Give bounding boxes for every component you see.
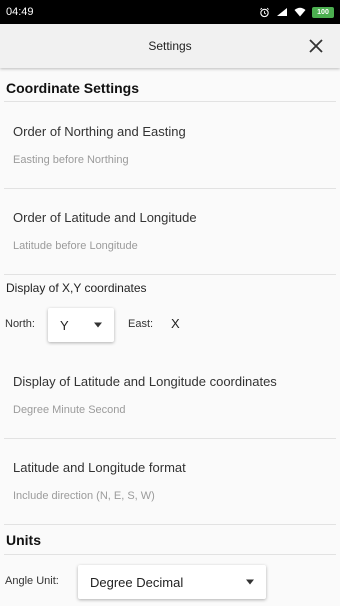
setting-value: Latitude before Longitude <box>13 240 138 252</box>
north-label: North: <box>5 318 35 330</box>
status-bar: 04:49 100 <box>0 0 340 24</box>
north-dropdown[interactable]: Y <box>48 308 114 342</box>
close-button[interactable] <box>304 34 328 58</box>
chevron-down-icon <box>246 579 254 585</box>
alarm-icon <box>260 7 269 17</box>
setting-order-lat-lon[interactable]: Order of Latitude and Longitude Latitude… <box>0 189 340 274</box>
setting-value: Include direction (N, E, S, W) <box>13 490 155 502</box>
close-icon <box>309 39 323 53</box>
setting-title: Order of Northing and Easting <box>13 124 186 139</box>
divider <box>4 274 336 275</box>
setting-title: Order of Latitude and Longitude <box>13 210 197 225</box>
north-dropdown-value: Y <box>60 317 69 333</box>
status-icons: 100 <box>259 6 334 18</box>
east-value: X <box>171 316 180 331</box>
wifi-icon <box>294 7 306 17</box>
setting-latlon-format[interactable]: Latitude and Longitude format Include di… <box>0 439 340 524</box>
settings-list: Coordinate Settings Order of Northing an… <box>0 68 340 606</box>
setting-value: Degree Minute Second <box>13 404 126 416</box>
battery-icon: 100 <box>312 6 334 18</box>
setting-title: Display of Latitude and Longitude coordi… <box>13 374 277 389</box>
angle-unit-label: Angle Unit: <box>5 575 59 587</box>
battery-level: 100 <box>317 8 329 16</box>
setting-title: Latitude and Longitude format <box>13 460 186 475</box>
setting-latlon-display[interactable]: Display of Latitude and Longitude coordi… <box>0 354 340 438</box>
xy-display-label: Display of X,Y coordinates <box>6 281 147 295</box>
chevron-down-icon <box>94 322 102 328</box>
section-header-coordinate: Coordinate Settings <box>6 80 140 96</box>
east-label: East: <box>128 318 154 330</box>
angle-unit-dropdown[interactable]: Degree Decimal <box>78 565 266 599</box>
status-time: 04:49 <box>6 6 34 18</box>
divider <box>4 524 336 525</box>
angle-unit-dropdown-value: Degree Decimal <box>90 574 184 590</box>
setting-order-northing-easting[interactable]: Order of Northing and Easting Easting be… <box>0 102 340 188</box>
divider <box>4 554 336 555</box>
page-title: Settings <box>148 39 192 53</box>
setting-value: Easting before Northing <box>13 154 129 166</box>
signal-icon <box>277 8 287 16</box>
section-header-units: Units <box>6 532 41 548</box>
app-bar: Settings <box>0 24 340 68</box>
